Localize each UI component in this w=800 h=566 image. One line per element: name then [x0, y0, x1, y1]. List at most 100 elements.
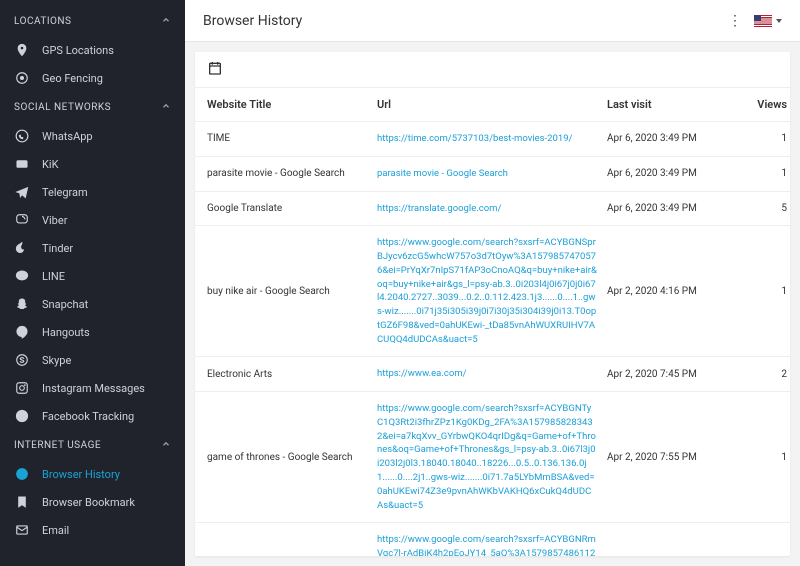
gps-icon: [14, 42, 30, 58]
kebab-menu-icon[interactable]: ⋮: [728, 13, 742, 29]
section-locations[interactable]: LOCATIONS: [0, 6, 185, 36]
sidebar-item-geo-fencing[interactable]: Geo Fencing: [0, 64, 185, 92]
sidebar-item-label: Viber: [42, 214, 67, 227]
col-url: Url: [377, 98, 607, 111]
sidebar-item-label: GPS Locations: [42, 44, 114, 57]
tinder-icon: [14, 240, 30, 256]
kik-icon: [14, 156, 30, 172]
section-internet-usage[interactable]: INTERNET USAGE: [0, 430, 185, 460]
main-header: Browser History ⋮: [185, 0, 800, 42]
sidebar-item-browser-history[interactable]: Browser History: [0, 460, 185, 488]
header-actions: ⋮: [728, 13, 782, 29]
table-row: buy nike air - Google Search https://www…: [195, 226, 790, 357]
table-row: https://www.google.com/search?sxsrf=ACYB…: [195, 523, 790, 556]
panel-toolbar: [195, 52, 790, 88]
cell-last-visit: Apr 2, 2020 7:55 PM: [607, 452, 737, 463]
cell-last-visit: Apr 6, 2020 3:49 PM: [607, 168, 737, 179]
cell-last-visit: Apr 2, 2020 7:45 PM: [607, 369, 737, 380]
table-header: Website Title Url Last visit Views: [195, 88, 790, 122]
sidebar-item-label: Browser Bookmark: [42, 496, 135, 509]
chevron-up-icon: [161, 14, 171, 28]
sidebar-item-gps-locations[interactable]: GPS Locations: [0, 36, 185, 64]
instagram-icon: [14, 380, 30, 396]
history-panel: Website Title Url Last visit Views TIME …: [195, 52, 790, 556]
sidebar-item-label: KiK: [42, 158, 58, 171]
chevron-up-icon: [161, 438, 171, 452]
sidebar-item-browser-bookmark[interactable]: Browser Bookmark: [0, 488, 185, 516]
whatsapp-icon: [14, 128, 30, 144]
col-title: Website Title: [207, 98, 377, 111]
sidebar-item-kik[interactable]: KiK: [0, 150, 185, 178]
section-label: INTERNET USAGE: [14, 440, 101, 451]
section-label: LOCATIONS: [14, 16, 72, 27]
table-row: parasite movie - Google Search parasite …: [195, 157, 790, 192]
sidebar: LOCATIONS GPS Locations Geo Fencing SOCI…: [0, 0, 185, 566]
sidebar-item-label: LINE: [42, 270, 65, 283]
email-icon: [14, 522, 30, 538]
sidebar-item-whatsapp[interactable]: WhatsApp: [0, 122, 185, 150]
sidebar-item-skype[interactable]: Skype: [0, 346, 185, 374]
cell-url[interactable]: https://translate.google.com/: [377, 202, 607, 216]
sidebar-item-line[interactable]: LINE: [0, 262, 185, 290]
table-row: game of thrones - Google Search https://…: [195, 392, 790, 523]
table-row: Electronic Arts https://www.ea.com/ Apr …: [195, 357, 790, 392]
sidebar-item-email[interactable]: Email: [0, 516, 185, 544]
section-label: SOCIAL NETWORKS: [14, 102, 111, 113]
cell-views: 2: [737, 369, 787, 380]
sidebar-item-telegram[interactable]: Telegram: [0, 178, 185, 206]
cell-title: parasite movie - Google Search: [207, 168, 377, 179]
cell-views: 1: [737, 452, 787, 463]
sidebar-item-label: Snapchat: [42, 298, 88, 311]
cell-url[interactable]: https://www.google.com/search?sxsrf=ACYB…: [377, 236, 607, 346]
sidebar-item-label: Hangouts: [42, 326, 90, 339]
language-selector[interactable]: [754, 15, 782, 27]
col-last-visit: Last visit: [607, 98, 737, 111]
geofence-icon: [14, 70, 30, 86]
table-row: TIME https://time.com/5737103/best-movie…: [195, 122, 790, 157]
cell-url[interactable]: parasite movie - Google Search: [377, 167, 607, 181]
cell-views: 1: [737, 286, 787, 297]
sidebar-item-label: Telegram: [42, 186, 88, 199]
sidebar-item-viber[interactable]: Viber: [0, 206, 185, 234]
caret-down-icon: [776, 19, 782, 23]
section-social-networks[interactable]: SOCIAL NETWORKS: [0, 92, 185, 122]
cell-title: Electronic Arts: [207, 369, 377, 380]
cell-url[interactable]: https://www.google.com/search?sxsrf=ACYB…: [377, 533, 607, 556]
cell-views: 1: [737, 168, 787, 179]
sidebar-item-label: Geo Fencing: [42, 72, 103, 85]
cell-last-visit: Apr 6, 2020 3:49 PM: [607, 203, 737, 214]
cell-views: 1: [737, 133, 787, 144]
sidebar-item-snapchat[interactable]: Snapchat: [0, 290, 185, 318]
telegram-icon: [14, 184, 30, 200]
sidebar-item-label: Facebook Tracking: [42, 410, 134, 423]
calendar-icon[interactable]: [207, 65, 223, 79]
main: Browser History ⋮ Website Title: [185, 0, 800, 566]
cell-title: buy nike air - Google Search: [207, 286, 377, 297]
bookmark-icon: [14, 494, 30, 510]
sidebar-item-label: WhatsApp: [42, 130, 93, 143]
chevron-up-icon: [161, 100, 171, 114]
sidebar-item-facebook[interactable]: Facebook Tracking: [0, 402, 185, 430]
sidebar-item-label: Instagram Messages: [42, 382, 145, 395]
line-icon: [14, 268, 30, 284]
sidebar-item-label: Browser History: [42, 468, 120, 481]
page-title: Browser History: [203, 13, 302, 29]
cell-url[interactable]: https://time.com/5737103/best-movies-201…: [377, 132, 607, 146]
table-row: Google Translate https://translate.googl…: [195, 192, 790, 227]
sidebar-item-label: Email: [42, 524, 69, 537]
sidebar-item-instagram[interactable]: Instagram Messages: [0, 374, 185, 402]
viber-icon: [14, 212, 30, 228]
sidebar-item-label: Skype: [42, 354, 71, 367]
content: Website Title Url Last visit Views TIME …: [185, 42, 800, 566]
sidebar-item-hangouts[interactable]: Hangouts: [0, 318, 185, 346]
cell-title: Google Translate: [207, 203, 377, 214]
snapchat-icon: [14, 296, 30, 312]
cell-title: game of thrones - Google Search: [207, 452, 377, 463]
sidebar-item-tinder[interactable]: Tinder: [0, 234, 185, 262]
cell-url[interactable]: https://www.ea.com/: [377, 367, 607, 381]
skype-icon: [14, 352, 30, 368]
cell-url[interactable]: https://www.google.com/search?sxsrf=ACYB…: [377, 402, 607, 512]
history-icon: [14, 466, 30, 482]
facebook-icon: [14, 408, 30, 424]
cell-title: TIME: [207, 133, 377, 144]
